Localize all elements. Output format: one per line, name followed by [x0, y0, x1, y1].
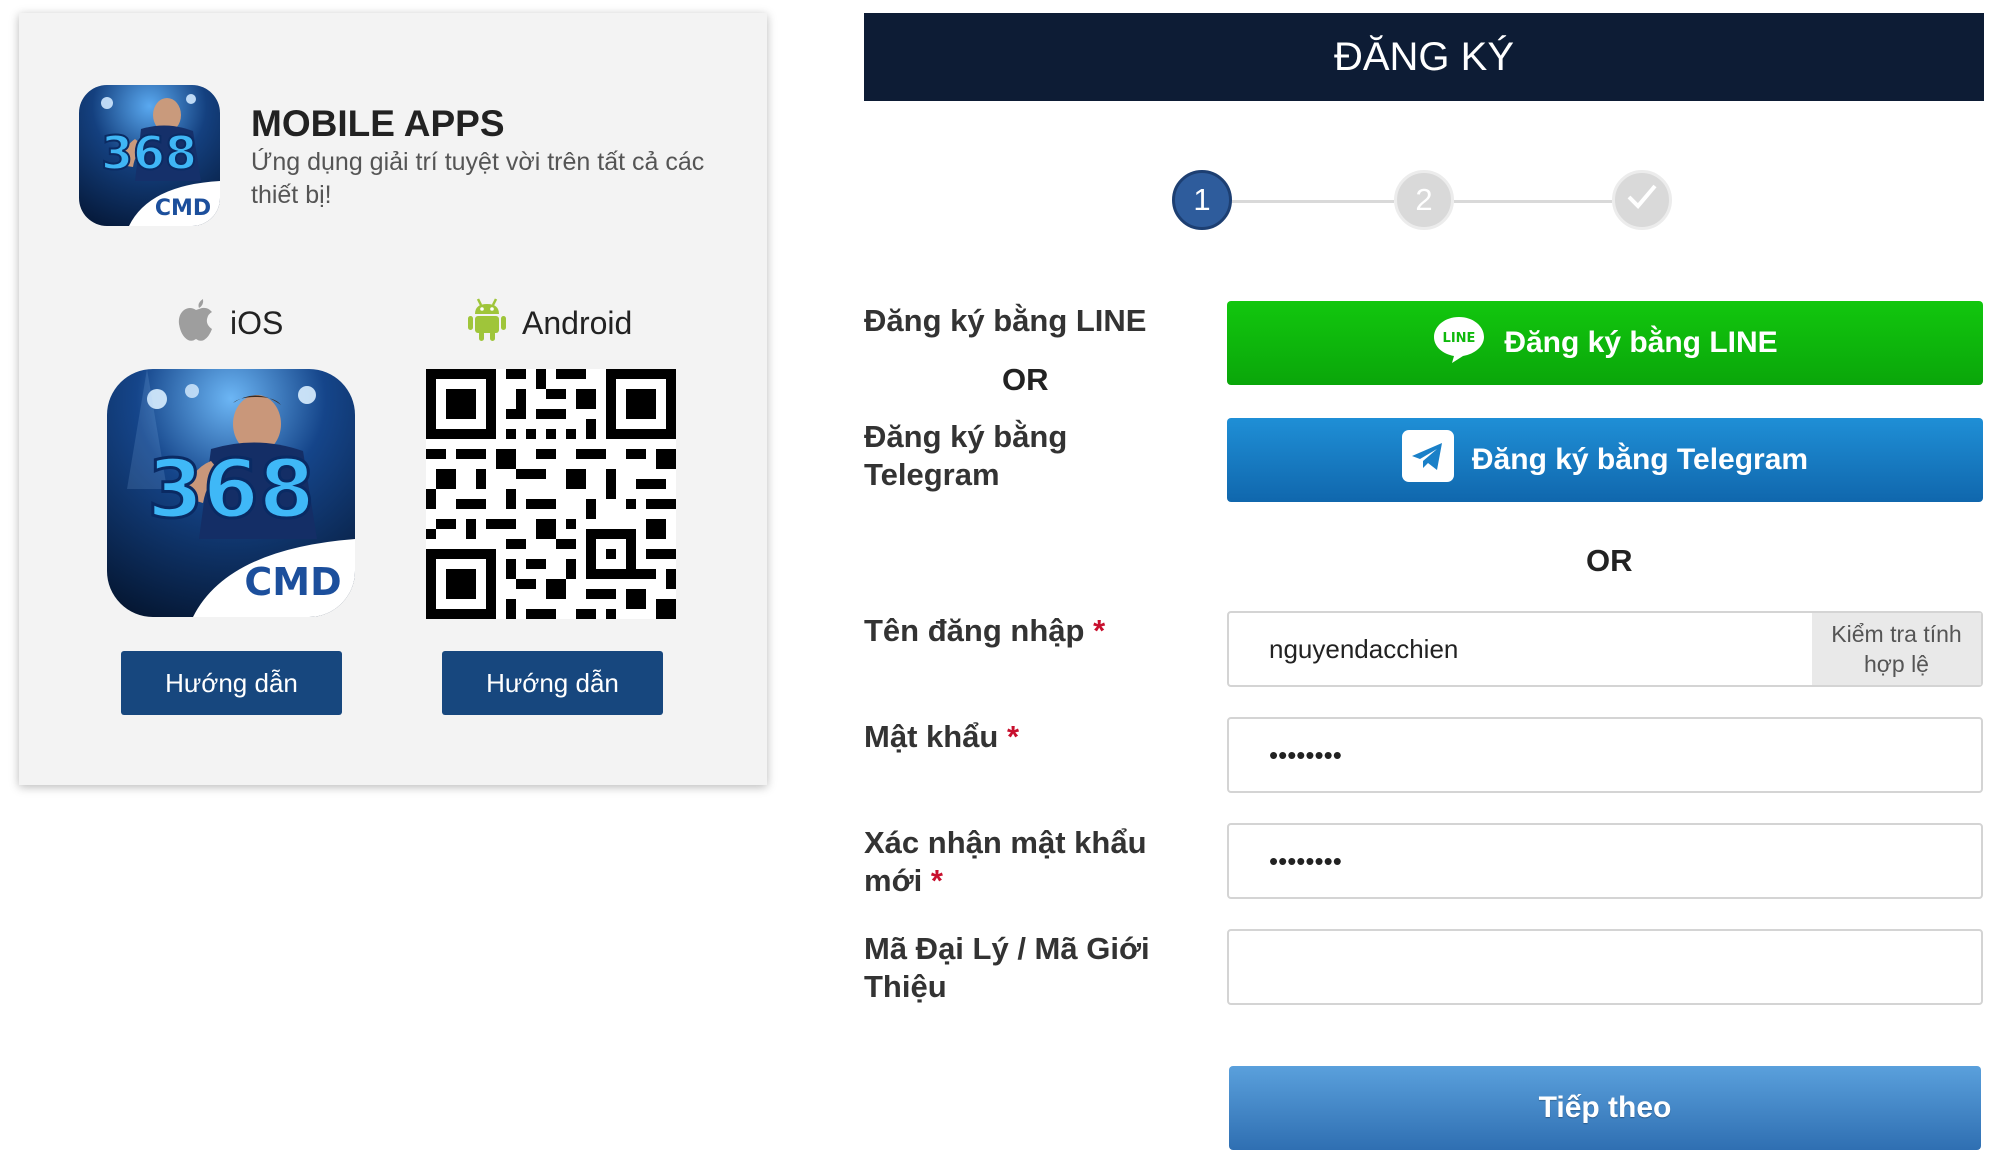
line-logo-icon: LINE — [1432, 314, 1486, 372]
or-divider-1: OR — [1002, 362, 1049, 397]
check-icon — [1626, 182, 1658, 218]
register-header: ĐĂNG KÝ — [864, 13, 1984, 101]
confirm-password-label: Xác nhận mật khẩu mới * — [864, 824, 1164, 900]
android-platform-label: Android — [466, 296, 632, 350]
step-connector — [1454, 200, 1612, 203]
line-register-button-label: Đăng ký bằng LINE — [1504, 326, 1778, 359]
password-input[interactable] — [1227, 717, 1983, 793]
next-button[interactable]: Tiếp theo — [1229, 1066, 1981, 1150]
or-divider-2: OR — [1586, 543, 1633, 578]
apple-icon — [176, 296, 216, 350]
step-3-complete — [1612, 170, 1672, 230]
registration-stepper: 1 2 — [1172, 170, 1672, 232]
telegram-register-label: Đăng ký bằng Telegram — [864, 419, 1068, 492]
confirm-password-input[interactable] — [1227, 823, 1983, 899]
required-mark: * — [1093, 613, 1106, 648]
android-icon — [466, 296, 508, 350]
line-register-label: Đăng ký bằng LINE — [864, 303, 1147, 338]
password-label-text: Mật khẩu — [864, 719, 999, 754]
ios-guide-button[interactable]: Hướng dẫn — [121, 651, 342, 715]
agent-code-input[interactable] — [1227, 929, 1983, 1005]
ios-label: iOS — [230, 304, 284, 341]
required-mark: * — [1006, 719, 1020, 754]
required-mark: * — [930, 863, 943, 898]
check-username-button[interactable]: Kiểm tra tính hợp lệ — [1812, 613, 1981, 685]
app-logo-icon: 368 CMD — [79, 85, 220, 226]
telegram-register-button[interactable]: Đăng ký bằng Telegram — [1227, 418, 1983, 502]
confirm-password-label-text: Xác nhận mật khẩu mới — [864, 825, 1147, 898]
ios-platform-label: iOS — [176, 296, 283, 350]
step-connector — [1232, 200, 1394, 203]
step-1: 1 — [1172, 170, 1232, 230]
telegram-register-button-label: Đăng ký bằng Telegram — [1471, 443, 1809, 476]
mobile-apps-title: MOBILE APPS — [251, 103, 505, 144]
step-2: 2 — [1394, 170, 1454, 230]
mobile-apps-card: 368 CMD MOBILE APPS Ứng dụng giải trí tu… — [19, 13, 767, 785]
svg-text:368: 368 — [101, 126, 197, 180]
qr-code — [426, 369, 676, 619]
password-label: Mật khẩu * — [864, 718, 1164, 756]
telegram-logo-icon — [1401, 430, 1454, 490]
svg-text:CMD: CMD — [155, 196, 211, 221]
android-guide-button[interactable]: Hướng dẫn — [442, 651, 663, 715]
mobile-apps-subtitle: Ứng dụng giải trí tuyệt vời trên tất cả … — [251, 148, 705, 209]
username-label: Tên đăng nhập * — [864, 612, 1164, 650]
ios-app-icon[interactable]: 368 CMD — [107, 369, 355, 617]
line-register-button[interactable]: LINE Đăng ký bằng LINE — [1227, 301, 1983, 385]
svg-text:368: 368 — [148, 443, 315, 536]
svg-text:LINE: LINE — [1443, 331, 1476, 346]
agent-code-label: Mã Đại Lý / Mã Giới Thiệu — [864, 931, 1150, 1004]
svg-text:CMD: CMD — [244, 560, 341, 604]
android-label: Android — [522, 304, 633, 341]
username-label-text: Tên đăng nhập — [864, 613, 1085, 648]
